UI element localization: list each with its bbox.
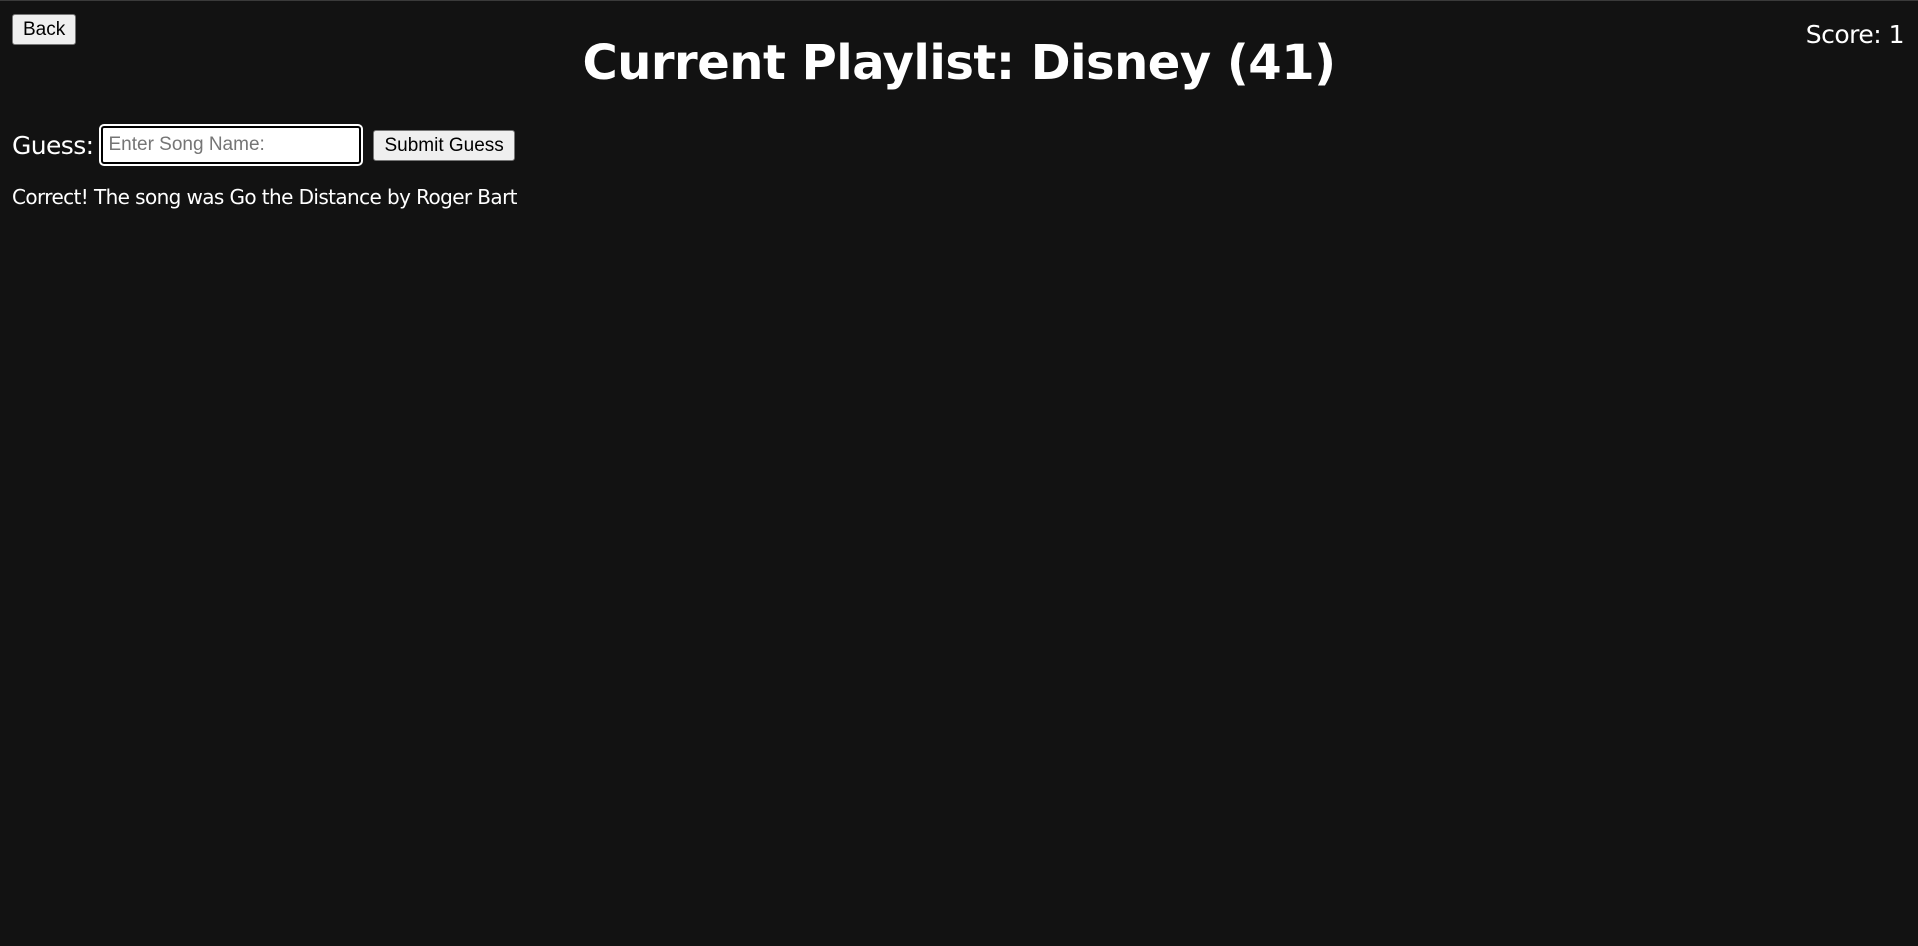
page-title: Current Playlist: Disney (41): [582, 35, 1336, 91]
guess-label: Guess:: [12, 130, 94, 160]
result-message: Correct! The song was Go the Distance by…: [12, 185, 518, 209]
song-guess-input[interactable]: [99, 124, 364, 166]
submit-guess-button[interactable]: Submit Guess: [373, 129, 515, 161]
guess-form: Guess: Submit Guess: [12, 123, 515, 167]
game-page: Back Score: 1 Current Playlist: Disney (…: [0, 0, 1918, 946]
